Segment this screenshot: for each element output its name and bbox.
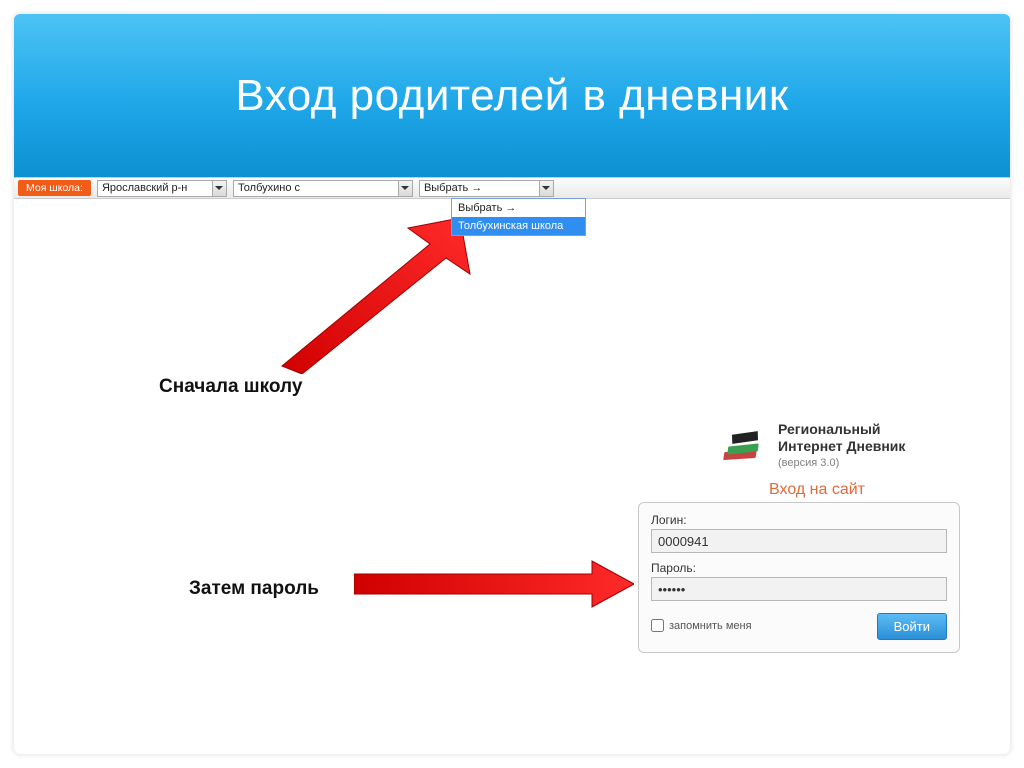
chevron-down-icon <box>398 181 412 196</box>
school-option-placeholder[interactable]: Выбрать → <box>452 199 585 217</box>
page-title: Вход родителей в дневник <box>235 71 788 121</box>
school-select-value: Выбрать → <box>424 182 482 194</box>
product-branding: Региональный Интернет Дневник (версия 3.… <box>714 421 905 470</box>
slide: Вход родителей в дневник Моя школа: Ярос… <box>14 14 1010 754</box>
region-select[interactable]: Ярославский р-н <box>97 180 227 197</box>
password-field-label: Пароль: <box>651 561 947 575</box>
product-line2: Интернет Дневник <box>778 438 905 455</box>
product-logo-icon <box>714 425 766 465</box>
remember-label: запомнить меня <box>669 620 752 632</box>
remember-me[interactable]: запомнить меня <box>651 619 752 632</box>
locality-select[interactable]: Толбухино с <box>233 180 413 197</box>
chevron-down-icon <box>539 181 553 196</box>
remember-checkbox[interactable] <box>651 619 664 632</box>
arrow-icon <box>354 559 634 609</box>
locality-select-value: Толбухино с <box>238 182 300 194</box>
submit-button[interactable]: Войти <box>877 613 947 640</box>
login-input[interactable] <box>651 529 947 553</box>
login-title: Вход на сайт <box>769 481 865 499</box>
caption-first-step: Сначала школу <box>159 376 302 398</box>
school-dropdown[interactable]: Выбрать → Толбухинская школа <box>451 198 586 236</box>
login-field-label: Логин: <box>651 513 947 527</box>
product-version: (версия 3.0) <box>778 457 905 470</box>
chevron-down-icon <box>212 181 226 196</box>
product-line1: Региональный <box>778 421 905 438</box>
school-option-selected[interactable]: Толбухинская школа <box>452 217 585 235</box>
school-selector-toolbar: Моя школа: Ярославский р-н Толбухино с В… <box>14 177 1010 199</box>
product-text: Региональный Интернет Дневник (версия 3.… <box>778 421 905 470</box>
my-school-tag: Моя школа: <box>18 180 91 196</box>
password-input[interactable] <box>651 577 947 601</box>
school-select[interactable]: Выбрать → <box>419 180 554 197</box>
slide-header: Вход родителей в дневник <box>14 14 1010 177</box>
login-card: Логин: Пароль: запомнить меня Войти <box>638 502 960 653</box>
arrow-icon <box>274 214 474 374</box>
region-select-value: Ярославский р-н <box>102 182 187 194</box>
caption-second-step: Затем пароль <box>189 578 319 600</box>
